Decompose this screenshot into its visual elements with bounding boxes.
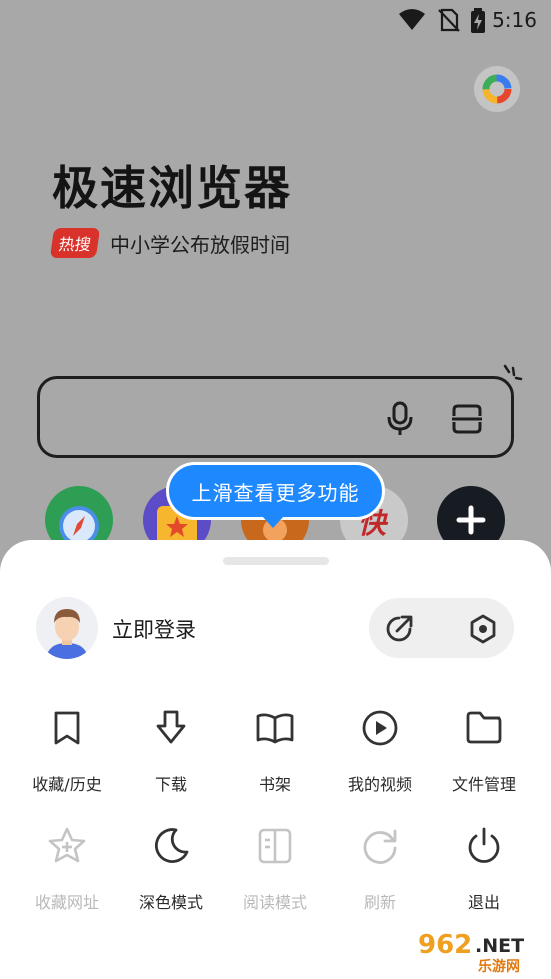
bookmark-icon: [54, 711, 80, 745]
menu-label: 收藏网址: [34, 893, 99, 912]
play-icon: [362, 710, 398, 746]
share-icon[interactable]: [383, 613, 415, 645]
menu-label: 阅读模式: [242, 893, 307, 912]
menu-label: 我的视频: [347, 775, 412, 794]
menu-reader-mode[interactable]: 阅读模式: [220, 826, 330, 913]
tooltip-tail: [262, 516, 284, 528]
menu-label: 深色模式: [138, 893, 203, 912]
sheet-handle[interactable]: [223, 557, 329, 565]
login-link[interactable]: 立即登录: [112, 614, 196, 644]
power-icon: [468, 827, 500, 863]
menu-label: 文件管理: [451, 775, 516, 794]
menu-exit[interactable]: 退出: [429, 826, 539, 913]
hot-search-text[interactable]: 中小学公布放假时间: [110, 229, 290, 258]
book-icon: [256, 713, 294, 744]
battery-charging-icon: [471, 8, 485, 33]
menu-label: 下载: [154, 775, 187, 794]
settings-icon[interactable]: [467, 613, 499, 645]
status-bar: 5:16: [0, 0, 551, 40]
watermark-net: .NET: [475, 935, 525, 957]
watermark-site: 乐游网: [478, 959, 520, 975]
reader-icon: [258, 828, 292, 864]
refresh-icon: [363, 829, 397, 864]
menu-bookshelf[interactable]: 书架: [220, 708, 330, 795]
hot-search[interactable]: 热搜 中小学公布放假时间: [49, 228, 290, 258]
watermark-brand: 962: [418, 930, 473, 960]
menu-download[interactable]: 下载: [116, 708, 226, 795]
theme-wheel-icon[interactable]: [474, 66, 520, 112]
menu-label: 刷新: [363, 893, 396, 912]
menu-dark-mode[interactable]: 深色模式: [116, 826, 226, 913]
menu-label: 书架: [258, 775, 291, 794]
clock: 5:16: [492, 8, 537, 32]
watermark-logo: 962 .NET 乐游网: [418, 930, 548, 976]
folder-icon: [466, 711, 502, 744]
account-actions: [369, 598, 514, 658]
moon-icon: [154, 828, 189, 863]
menu-refresh[interactable]: 刷新: [325, 826, 435, 913]
swipe-up-tooltip: 上滑查看更多功能: [166, 462, 385, 520]
hot-badge: 热搜: [49, 228, 101, 258]
search-box[interactable]: [37, 376, 514, 458]
menu-file-manager[interactable]: 文件管理: [429, 708, 539, 795]
menu-bookmarks-history[interactable]: 收藏/历史: [12, 708, 122, 795]
brand-title: 极速浏览器: [52, 161, 292, 215]
wifi-icon: [399, 9, 425, 30]
user-avatar-icon: [36, 597, 98, 659]
menu-label: 收藏/历史: [32, 775, 102, 794]
avatar[interactable]: [36, 597, 98, 659]
menu-bookmark-site[interactable]: 收藏网址: [12, 826, 122, 913]
plus-icon: [456, 505, 486, 535]
menu-label: 退出: [467, 893, 500, 912]
download-icon: [156, 710, 186, 744]
bottom-sheet: 立即登录 收藏/历史 下载 书架 我的视频 文件管理 收藏网址 深色模式 阅读模…: [0, 540, 551, 979]
menu-my-videos[interactable]: 我的视频: [325, 708, 435, 795]
microphone-icon[interactable]: [385, 401, 415, 437]
no-sim-icon: [438, 8, 460, 32]
scan-icon[interactable]: [451, 403, 483, 435]
star-add-icon: [48, 827, 86, 863]
